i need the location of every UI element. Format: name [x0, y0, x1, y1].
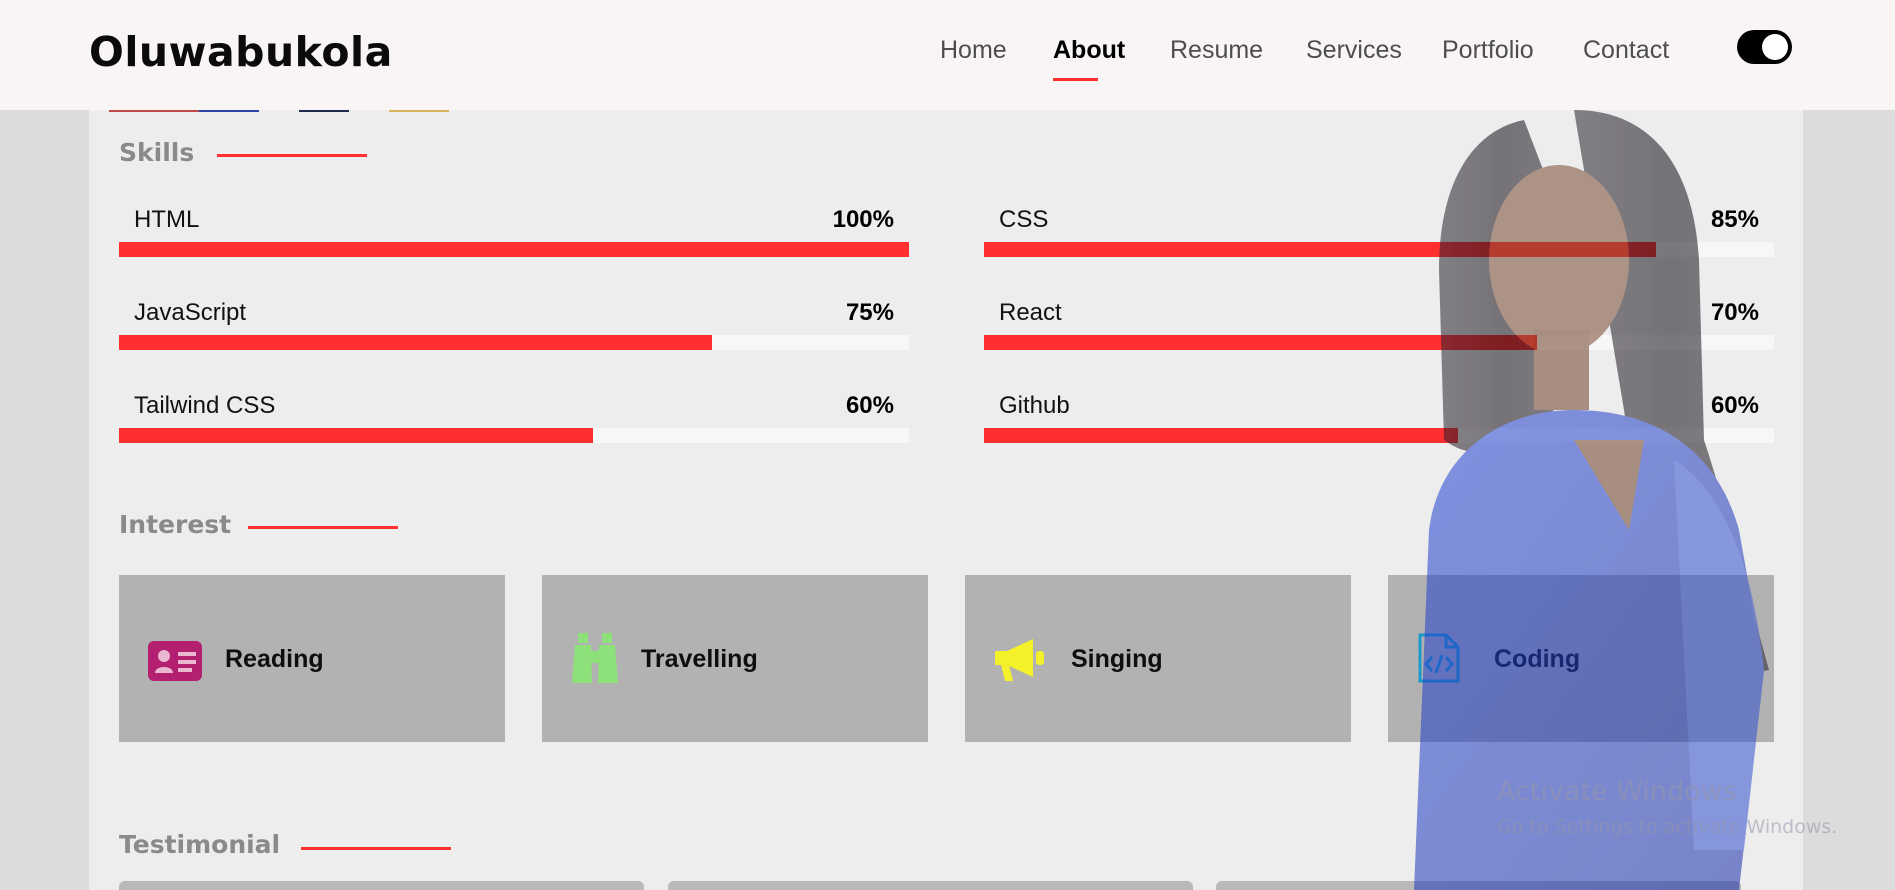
skill-progress-fill [119, 242, 909, 257]
main-nav: Home About Resume Services Portfolio Con… [0, 0, 1895, 110]
skill-tailwind: Tailwind CSS 60% [119, 392, 909, 452]
site-header: Oluwabukola Home About Resume Services P… [0, 0, 1895, 110]
theme-toggle[interactable] [1737, 30, 1792, 64]
skill-progress-fill [984, 242, 1656, 257]
interest-card-reading[interactable]: Reading [119, 575, 505, 742]
activate-windows-watermark: Activate Windows [1497, 776, 1737, 807]
skill-label: Tailwind CSS [134, 392, 276, 419]
nav-home[interactable]: Home [940, 36, 1007, 65]
skill-progress-fill [119, 428, 593, 443]
skill-progress-fill [984, 428, 1458, 443]
skill-github: Github 60% [984, 392, 1774, 452]
nav-services[interactable]: Services [1306, 36, 1402, 65]
nav-contact[interactable]: Contact [1583, 36, 1669, 65]
skill-react: React 70% [984, 299, 1774, 359]
active-nav-indicator [1053, 78, 1098, 81]
id-card-icon [148, 641, 202, 681]
testimonial-title: Testimonial [119, 830, 281, 859]
nav-portfolio[interactable]: Portfolio [1442, 36, 1534, 65]
toggle-knob [1762, 34, 1788, 60]
interest-card-singing[interactable]: Singing [965, 575, 1351, 742]
testimonial-card [119, 881, 644, 890]
interest-title: Interest [119, 510, 232, 539]
nav-about[interactable]: About [1053, 36, 1125, 65]
binoculars-icon [572, 633, 618, 683]
interest-label: Singing [1071, 645, 1163, 673]
skill-javascript: JavaScript 75% [119, 299, 909, 359]
megaphone-icon [995, 639, 1044, 681]
skill-percent: 75% [845, 299, 894, 326]
interest-label: Coding [1494, 645, 1581, 673]
skill-css: CSS 85% [984, 206, 1774, 266]
skill-progress-fill [119, 335, 712, 350]
skill-progress-fill [984, 335, 1537, 350]
about-panel: Skills HTML 100% CSS 85% JavaScript 75% … [89, 110, 1803, 890]
skill-html: HTML 100% [119, 206, 909, 266]
nav-resume[interactable]: Resume [1170, 36, 1263, 65]
interest-card-travelling[interactable]: Travelling [542, 575, 928, 742]
skill-percent: 85% [1710, 206, 1759, 233]
skill-label: React [999, 299, 1062, 326]
interest-card-coding[interactable]: Coding [1388, 575, 1774, 742]
skill-progress-bar [984, 428, 1774, 443]
activate-windows-hint: Go to Settings to activate Windows. [1497, 816, 1838, 838]
skill-progress-bar [119, 335, 909, 350]
code-file-icon [1418, 633, 1460, 683]
interest-title-underline [248, 526, 398, 529]
skill-progress-bar [119, 428, 909, 443]
skill-percent: 60% [1710, 392, 1759, 419]
skill-progress-bar [119, 242, 909, 257]
testimonial-card [1216, 881, 1741, 890]
skill-label: JavaScript [134, 299, 247, 326]
skill-progress-bar [984, 335, 1774, 350]
image-strip-remnant [89, 110, 469, 112]
skill-percent: 60% [845, 392, 894, 419]
skill-label: HTML [134, 206, 200, 233]
skill-percent: 70% [1710, 299, 1759, 326]
skill-label: Github [999, 392, 1070, 419]
interest-label: Travelling [641, 645, 758, 673]
skills-title-underline [217, 154, 367, 157]
testimonial-title-underline [301, 847, 451, 850]
skill-progress-bar [984, 242, 1774, 257]
skill-label: CSS [999, 206, 1049, 233]
testimonial-card [668, 881, 1193, 890]
skill-percent: 100% [832, 206, 894, 233]
interest-label: Reading [225, 645, 324, 673]
skills-title: Skills [119, 138, 195, 167]
